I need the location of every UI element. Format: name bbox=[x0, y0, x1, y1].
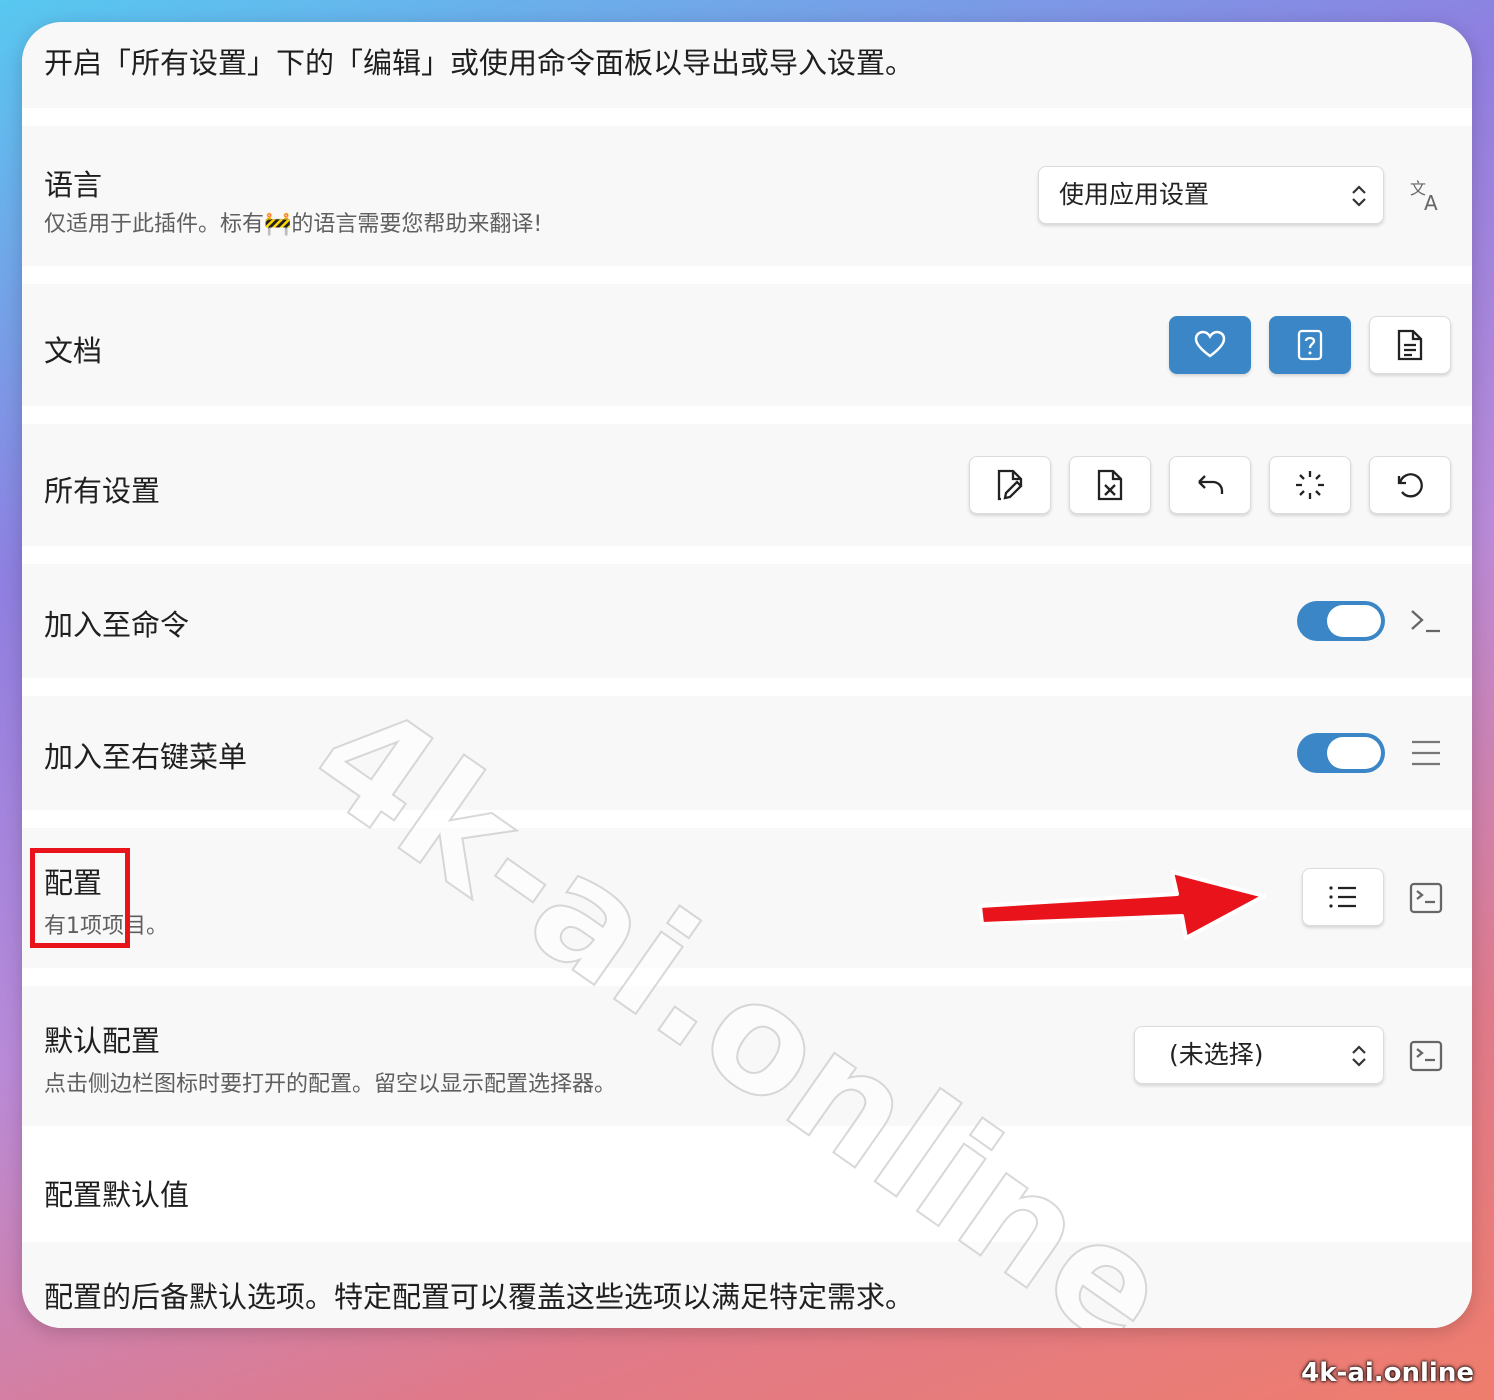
delete-file-icon bbox=[1097, 469, 1123, 501]
default-profile-select[interactable]: (未选择) bbox=[1134, 1026, 1384, 1084]
undo-icon bbox=[1198, 475, 1224, 494]
add-to-commands-title: 加入至命令 bbox=[44, 608, 190, 642]
add-to-context-menu-toggle[interactable] bbox=[1297, 733, 1385, 773]
profile-defaults-desc: 配置的后备默认选项。特定配置可以覆盖这些选项以满足特定需求。 bbox=[44, 1280, 915, 1314]
intro-row: 开启「所有设置」下的「编辑」或使用命令面板以导出或导入设置。 bbox=[22, 22, 1472, 108]
reset-icon bbox=[1397, 473, 1423, 498]
documentation-button[interactable] bbox=[1369, 316, 1451, 374]
chevron-updown-icon bbox=[1352, 185, 1366, 207]
add-to-context-menu-title: 加入至右键菜单 bbox=[44, 740, 248, 774]
command-icon bbox=[1408, 1038, 1444, 1074]
heart-icon bbox=[1194, 330, 1226, 358]
all-settings-setting: 所有设置 bbox=[22, 424, 1472, 546]
add-to-context-menu-setting: 加入至右键菜单 bbox=[22, 696, 1472, 810]
edit-file-icon bbox=[997, 469, 1023, 501]
default-profile-select-value: (未选择) bbox=[1169, 1040, 1264, 1069]
default-profile-title: 默认配置 bbox=[44, 1024, 161, 1058]
undo-button[interactable] bbox=[1169, 456, 1251, 514]
reset-button[interactable] bbox=[1369, 456, 1451, 514]
language-select[interactable]: 使用应用设置 bbox=[1038, 166, 1384, 224]
corner-watermark: 4k-ai.online bbox=[1301, 1358, 1474, 1388]
add-to-commands-toggle[interactable] bbox=[1297, 601, 1385, 641]
add-to-commands-setting: 加入至命令 bbox=[22, 564, 1472, 678]
language-select-value: 使用应用设置 bbox=[1059, 180, 1210, 209]
settings-window: 开启「所有设置」下的「编辑」或使用命令面板以导出或导入设置。 语言 仅适用于此插… bbox=[22, 22, 1472, 1328]
language-title: 语言 bbox=[44, 168, 103, 202]
svg-text:A: A bbox=[1424, 191, 1438, 214]
annotation-arrow bbox=[978, 870, 1266, 940]
menu-icon bbox=[1408, 735, 1444, 771]
docs-setting: 文档 bbox=[22, 284, 1472, 406]
profile-defaults-desc-row: 配置的后备默认选项。特定配置可以覆盖这些选项以满足特定需求。 bbox=[22, 1242, 1472, 1328]
annotation-box bbox=[30, 848, 130, 948]
help-button[interactable] bbox=[1269, 316, 1351, 374]
list-icon bbox=[1329, 886, 1356, 908]
default-profile-desc: 点击侧边栏图标时要打开的配置。留空以显示配置选择器。 bbox=[44, 1072, 617, 1097]
loader-icon bbox=[1296, 471, 1324, 499]
help-file-icon bbox=[1297, 329, 1323, 361]
manage-profiles-button[interactable] bbox=[1302, 868, 1384, 926]
chevron-updown-icon bbox=[1352, 1045, 1366, 1067]
profile-defaults-title: 配置默认值 bbox=[44, 1178, 190, 1212]
all-settings-title: 所有设置 bbox=[44, 474, 161, 508]
delete-settings-button[interactable] bbox=[1069, 456, 1151, 514]
intro-text: 开启「所有设置」下的「编辑」或使用命令面板以导出或导入设置。 bbox=[44, 46, 915, 80]
profiles-setting: 配置 有1项项目。 bbox=[22, 828, 1472, 968]
translate-icon[interactable]: 文A bbox=[1408, 178, 1444, 215]
loading-button[interactable] bbox=[1269, 456, 1351, 514]
terminal-icon bbox=[1408, 603, 1444, 639]
sponsor-button[interactable] bbox=[1169, 316, 1251, 374]
edit-settings-button[interactable] bbox=[969, 456, 1051, 514]
language-desc: 仅适用于此插件。标有🚧的语言需要您帮助来翻译! bbox=[44, 212, 543, 237]
docs-title: 文档 bbox=[44, 334, 103, 368]
document-icon bbox=[1397, 329, 1423, 361]
default-profile-setting: 默认配置 点击侧边栏图标时要打开的配置。留空以显示配置选择器。 (未选择) bbox=[22, 986, 1472, 1126]
language-setting: 语言 仅适用于此插件。标有🚧的语言需要您帮助来翻译! 使用应用设置 文A bbox=[22, 126, 1472, 266]
profile-defaults-heading-row: 配置默认值 bbox=[22, 1126, 1472, 1242]
command-icon bbox=[1408, 880, 1444, 916]
